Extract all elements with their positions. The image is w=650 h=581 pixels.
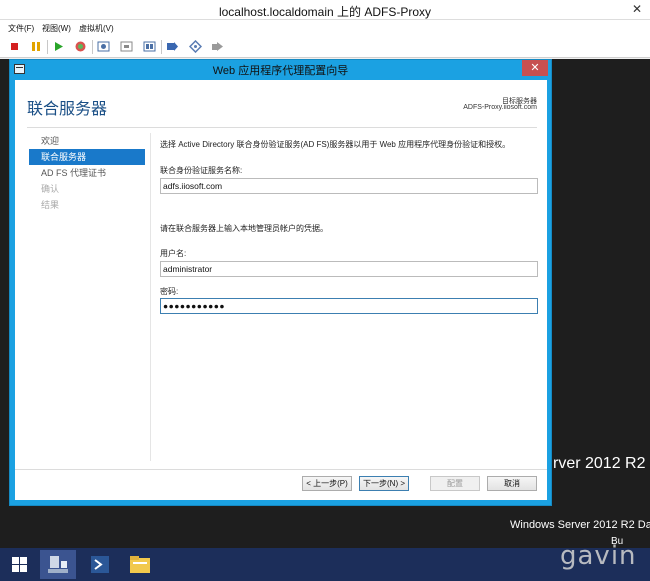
step-adfs-proxy-certificate[interactable]: AD FS 代理证书 — [29, 165, 145, 181]
send-keys-icon[interactable] — [166, 40, 179, 53]
next-button[interactable]: 下一步(N) > — [359, 476, 409, 491]
powershell-icon[interactable] — [82, 550, 118, 579]
page-title: 联合服务器 — [27, 99, 108, 118]
watermark-text: gavin — [560, 541, 637, 571]
fs-name-input[interactable]: adfs.iiosoft.com — [160, 178, 538, 194]
step-confirmation: 确认 — [41, 184, 60, 194]
wizard-steps: 欢迎 联合服务器 AD FS 代理证书 确认 结果 — [29, 133, 145, 213]
wizard-title: Web 应用程序代理配置向导 — [212, 65, 349, 77]
wizard-window: Web 应用程序代理配置向导 ✕ 联合服务器 目标服务器 ADFS-Proxy.… — [9, 59, 552, 506]
configure-button: 配置 — [430, 476, 480, 491]
step-results: 结果 — [41, 200, 60, 210]
step-federation-server[interactable]: 联合服务器 — [29, 149, 145, 165]
snapshot-icon[interactable] — [97, 40, 110, 53]
step-welcome[interactable]: 欢迎 — [29, 133, 145, 149]
play-icon[interactable] — [52, 40, 65, 53]
toolbar-separator — [47, 40, 48, 54]
desktop-edition-text: Windows Server 2012 R2 Da — [510, 519, 650, 531]
stop-icon[interactable] — [8, 40, 21, 53]
steps-divider — [150, 133, 151, 461]
wizard-body: 联合服务器 目标服务器 ADFS-Proxy.iiosoft.com 欢迎 联合… — [15, 80, 547, 500]
vm-window-title: localhost.localdomain 上的 ADFS-Proxy — [218, 5, 432, 19]
menu-vm[interactable]: 虚拟机(V) — [79, 23, 114, 34]
cancel-button[interactable]: 取消 — [487, 476, 537, 491]
vm-close-button[interactable]: ✕ — [630, 3, 644, 16]
revert-snapshot-icon[interactable] — [120, 40, 133, 53]
footer-divider — [15, 469, 547, 470]
pause-icon[interactable] — [29, 40, 42, 53]
destination-server-value: ADFS-Proxy.iiosoft.com — [463, 104, 537, 111]
intro-text: 选择 Active Directory 联合身份验证服务(AD FS)服务器以用… — [160, 140, 511, 149]
taskbar — [0, 548, 650, 581]
fs-name-label: 联合身份验证服务名称: — [160, 166, 243, 175]
previous-button[interactable]: < 上一步(P) — [302, 476, 352, 491]
username-label: 用户名: — [160, 249, 187, 258]
wizard-close-button[interactable]: ✕ — [522, 60, 548, 76]
server-manager-taskbar-icon[interactable] — [40, 550, 76, 579]
desktop-brand-text: rver 2012 R2 — [553, 455, 646, 472]
toolbar-separator — [161, 40, 162, 54]
vm-toolbar — [0, 36, 650, 58]
start-button[interactable] — [2, 550, 38, 579]
header-divider — [27, 127, 537, 128]
username-input[interactable]: administrator — [160, 261, 538, 277]
settings-icon[interactable] — [188, 39, 203, 54]
password-input[interactable]: ●●●●●●●●●●● — [160, 298, 538, 314]
menu-view[interactable]: 视图(W) — [42, 23, 71, 34]
wizard-header: 联合服务器 目标服务器 ADFS-Proxy.iiosoft.com — [15, 80, 547, 130]
menu-file[interactable]: 文件(F) — [8, 23, 34, 34]
share-icon[interactable] — [211, 40, 224, 53]
reset-icon[interactable] — [74, 40, 87, 53]
password-label: 密码: — [160, 287, 179, 296]
vm-menu-bar: 文件(F) 视图(W) 虚拟机(V) — [0, 20, 650, 36]
vm-title-bar: localhost.localdomain 上的 ADFS-Proxy ✕ — [0, 0, 650, 20]
toolbar-separator — [92, 40, 93, 54]
file-explorer-icon[interactable] — [122, 550, 158, 579]
snapshot-manager-icon[interactable] — [143, 40, 156, 53]
credentials-intro-text: 请在联合服务器上输入本地管理员帐户的凭据。 — [160, 224, 328, 233]
